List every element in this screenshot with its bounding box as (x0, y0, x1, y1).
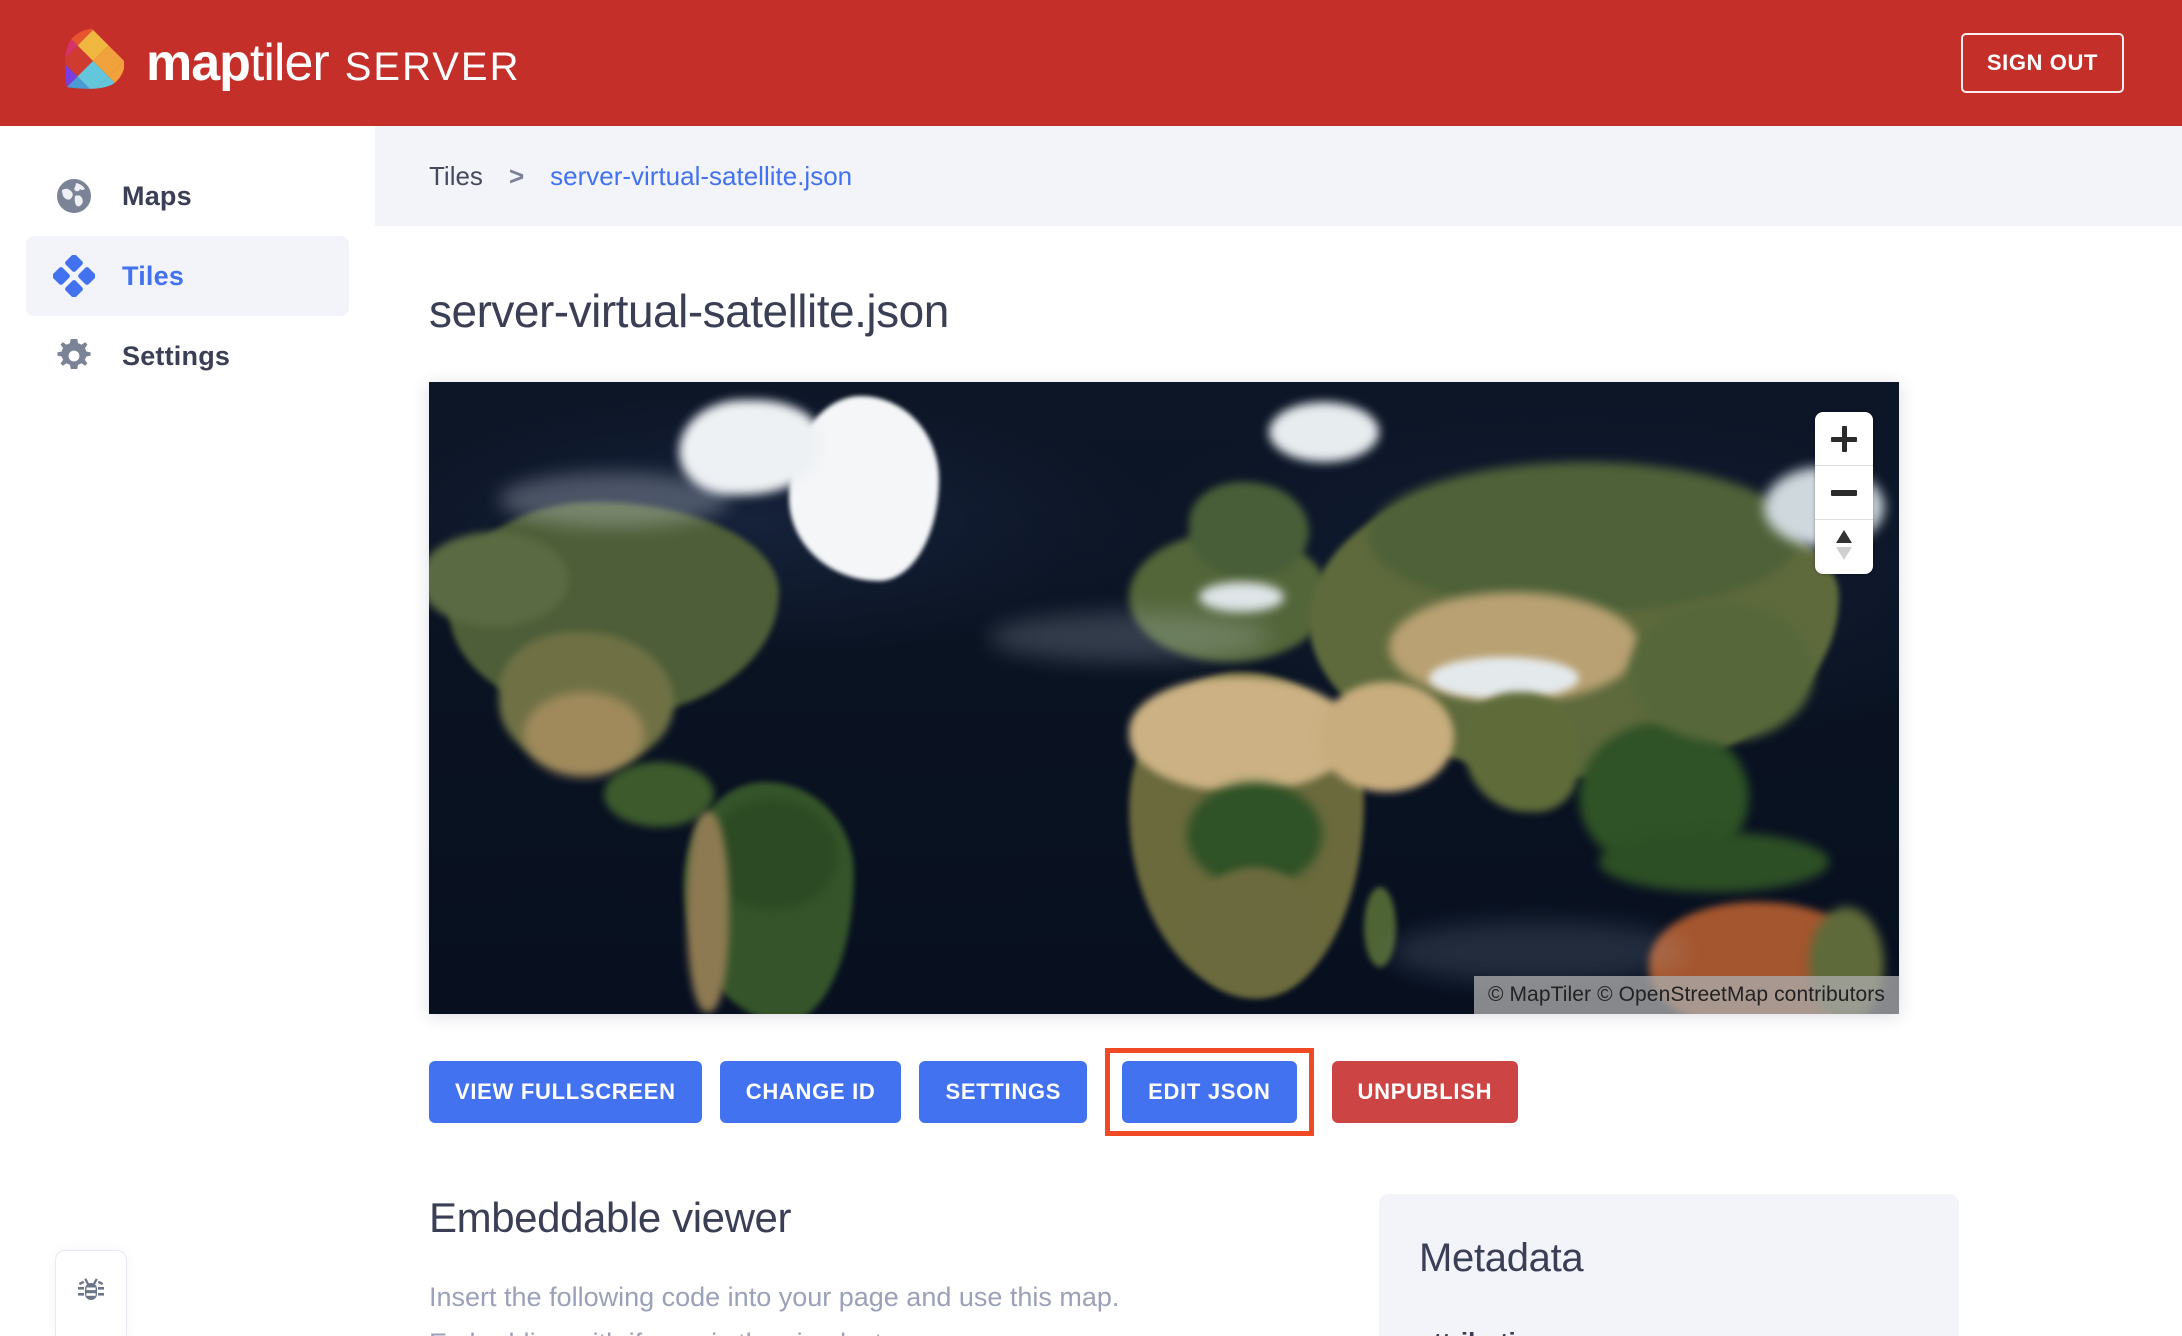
compass-icon (1833, 527, 1855, 568)
landmass-indonesia (1599, 832, 1829, 892)
map-cloud-3 (1389, 922, 1689, 982)
change-id-button[interactable]: CHANGE ID (720, 1061, 902, 1123)
sidebar-item-settings[interactable]: Settings (26, 316, 349, 396)
unpublish-button[interactable]: UNPUBLISH (1332, 1061, 1519, 1123)
tiles-diamond-icon (52, 255, 96, 297)
brand-logo[interactable]: maptiler SERVER (62, 28, 521, 98)
landmass-siberia (1369, 462, 1799, 612)
map-zoom-controls[interactable] (1815, 412, 1873, 574)
breadcrumb: Tiles > server-virtual-satellite.json (375, 126, 2182, 226)
edit-json-button[interactable]: EDIT JSON (1122, 1061, 1296, 1123)
sidebar: Maps Tiles (0, 126, 375, 1336)
landmass-alps-snow (1199, 582, 1284, 612)
bug-icon (74, 1274, 108, 1313)
landmass-southern-africa (1189, 867, 1319, 997)
sidebar-item-label-settings: Settings (122, 341, 230, 372)
app-header: maptiler SERVER SIGN OUT (0, 0, 2182, 126)
embeddable-desc-line-2: Embedding with iframe is the simplest wa… (429, 1320, 1319, 1336)
brand-wordmark: maptiler SERVER (146, 37, 521, 89)
landmass-east-asia (1629, 602, 1814, 742)
logo-tiler: tiler (250, 34, 329, 92)
embeddable-viewer-description: Insert the following code into your page… (429, 1274, 1319, 1336)
main-content: Tiles > server-virtual-satellite.json se… (375, 126, 2182, 1336)
logo-map: map (146, 34, 250, 92)
debug-button[interactable] (55, 1250, 127, 1336)
map-cloud-2 (989, 612, 1269, 662)
edit-json-highlight: EDIT JSON (1105, 1048, 1313, 1136)
sidebar-item-maps[interactable]: Maps (26, 156, 349, 236)
metadata-key: attribution (1419, 1327, 1548, 1336)
content-area: server-virtual-satellite.json (375, 284, 2182, 1336)
metadata-row-attribution: attribution <a (1419, 1323, 1919, 1336)
landmass-svalbard (1269, 402, 1379, 462)
gear-icon (52, 336, 96, 376)
embeddable-desc-line-1: Insert the following code into your page… (429, 1274, 1319, 1320)
embeddable-viewer-title: Embeddable viewer (429, 1194, 1319, 1242)
sign-out-button[interactable]: SIGN OUT (1961, 33, 2124, 93)
map-cloud-1 (499, 472, 729, 527)
map-preview[interactable]: © MapTiler © OpenStreetMap contributors (429, 382, 1899, 1014)
settings-button[interactable]: SETTINGS (919, 1061, 1087, 1123)
metadata-panel: Metadata attribution <a (1379, 1194, 1959, 1336)
zoom-in-button[interactable] (1815, 412, 1873, 466)
globe-icon (52, 176, 96, 216)
map-attribution[interactable]: © MapTiler © OpenStreetMap contributors (1474, 976, 1899, 1014)
view-fullscreen-button[interactable]: VIEW FULLSCREEN (429, 1061, 702, 1123)
metadata-title: Metadata (1419, 1236, 1919, 1281)
landmass-scandinavia (1189, 482, 1309, 577)
compass-button[interactable] (1815, 520, 1873, 574)
sidebar-item-label-tiles: Tiles (122, 261, 184, 292)
lower-section: Embeddable viewer Insert the following c… (429, 1194, 2128, 1336)
breadcrumb-current[interactable]: server-virtual-satellite.json (550, 161, 852, 192)
landmass-andes (687, 812, 729, 1012)
landmass-arabia (1319, 682, 1454, 792)
landmass-us-southwest-desert (524, 692, 644, 777)
maptiler-logo-icon (62, 28, 124, 98)
metadata-value: <a (1558, 1327, 1588, 1336)
sidebar-item-tiles[interactable]: Tiles (26, 236, 349, 316)
sidebar-item-label-maps: Maps (122, 181, 192, 212)
page-title: server-virtual-satellite.json (429, 284, 2128, 338)
sidebar-nav: Maps Tiles (0, 126, 375, 396)
zoom-out-button[interactable] (1815, 466, 1873, 520)
landmass-central-america (604, 762, 714, 827)
breadcrumb-root[interactable]: Tiles (429, 161, 483, 192)
map-canvas[interactable] (429, 382, 1899, 1014)
chevron-right-icon: > (509, 161, 524, 192)
action-button-row: VIEW FULLSCREEN CHANGE ID SETTINGS EDIT … (429, 1056, 2128, 1128)
logo-server: SERVER (345, 47, 521, 87)
embeddable-viewer-section: Embeddable viewer Insert the following c… (429, 1194, 1319, 1336)
